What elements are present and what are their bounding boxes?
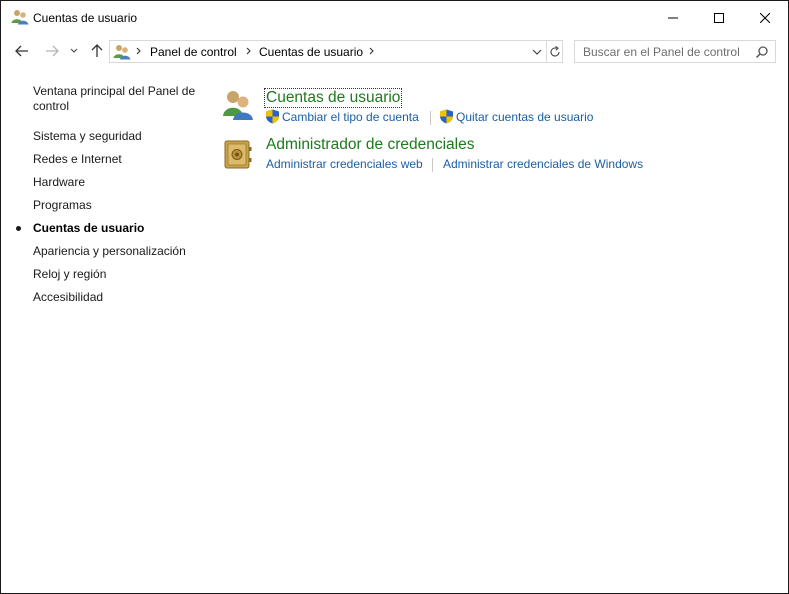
sidebar-item-programas[interactable]: Programas bbox=[33, 198, 92, 213]
arrow-up-icon bbox=[91, 44, 103, 57]
search-box[interactable]: Buscar en el Panel de control bbox=[574, 40, 776, 63]
close-button[interactable] bbox=[742, 1, 788, 34]
sidebar-item-cuentas-usuario[interactable]: Cuentas de usuario bbox=[33, 221, 144, 236]
arrow-left-icon bbox=[15, 45, 28, 57]
sidebar-item-reloj-region[interactable]: Reloj y región bbox=[33, 267, 106, 282]
sidebar-item-hardware[interactable]: Hardware bbox=[33, 175, 85, 190]
back-button[interactable] bbox=[12, 41, 32, 61]
breadcrumb-cuentas-de-usuario[interactable]: Cuentas de usuario bbox=[259, 45, 363, 59]
search-input[interactable]: Buscar en el Panel de control bbox=[583, 45, 740, 59]
navigation-bar: Panel de control Cuentas de usuario Busc… bbox=[1, 34, 788, 68]
sidebar-item-redes-internet[interactable]: Redes e Internet bbox=[33, 152, 122, 167]
search-icon[interactable] bbox=[755, 45, 769, 59]
control-panel-window: Cuentas de usuario Panel de control Cuen… bbox=[0, 0, 789, 594]
breadcrumb-separator-icon[interactable] bbox=[246, 44, 252, 61]
user-accounts-icon[interactable] bbox=[221, 88, 255, 122]
refresh-icon bbox=[550, 45, 560, 57]
sidebar: Ventana principal del Panel de control S… bbox=[1, 68, 211, 593]
arrow-right-icon bbox=[46, 45, 59, 57]
user-accounts-icon bbox=[11, 9, 29, 25]
refresh-button[interactable] bbox=[546, 41, 563, 62]
content-area: Cuentas de usuario Cambiar el tipo de cu… bbox=[211, 68, 788, 593]
task-link-credenciales-windows[interactable]: Administrar credenciales de Windows bbox=[443, 157, 643, 171]
maximize-button[interactable] bbox=[696, 1, 742, 34]
minimize-button[interactable] bbox=[650, 1, 696, 34]
task-separator bbox=[430, 111, 431, 125]
task-link-credenciales-web[interactable]: Administrar credenciales web bbox=[266, 157, 423, 171]
category-title-administrador-credenciales[interactable]: Administrador de credenciales bbox=[266, 136, 475, 154]
task-link-quitar-cuentas[interactable]: Quitar cuentas de usuario bbox=[456, 110, 593, 124]
sidebar-item-accesibilidad[interactable]: Accesibilidad bbox=[33, 290, 103, 305]
breadcrumb-separator-icon[interactable] bbox=[369, 44, 375, 61]
title-bar: Cuentas de usuario bbox=[1, 1, 788, 34]
minimize-icon bbox=[668, 17, 678, 18]
recent-locations-button[interactable] bbox=[67, 41, 81, 61]
sidebar-home-link[interactable]: Ventana principal del Panel de control bbox=[33, 84, 203, 114]
address-bar[interactable]: Panel de control Cuentas de usuario bbox=[109, 40, 563, 63]
breadcrumb-separator-icon[interactable] bbox=[136, 44, 142, 61]
task-separator bbox=[432, 158, 433, 172]
credential-manager-icon[interactable] bbox=[223, 138, 257, 172]
sidebar-item-sistema-seguridad[interactable]: Sistema y seguridad bbox=[33, 129, 142, 144]
address-dropdown-button[interactable] bbox=[528, 41, 546, 62]
breadcrumb-panel-de-control[interactable]: Panel de control bbox=[150, 45, 237, 59]
chevron-down-icon bbox=[532, 49, 542, 55]
uac-shield-icon bbox=[439, 109, 454, 124]
up-button[interactable] bbox=[87, 41, 107, 61]
forward-button[interactable] bbox=[42, 41, 62, 61]
window-title: Cuentas de usuario bbox=[33, 11, 138, 25]
close-icon bbox=[760, 12, 770, 23]
category-title-cuentas-usuario[interactable]: Cuentas de usuario bbox=[263, 88, 403, 108]
chevron-down-icon bbox=[70, 48, 78, 53]
maximize-icon bbox=[714, 12, 724, 23]
user-accounts-icon bbox=[113, 44, 131, 60]
uac-shield-icon bbox=[265, 109, 280, 124]
sidebar-item-apariencia[interactable]: Apariencia y personalización bbox=[33, 244, 186, 259]
task-link-cambiar-tipo-cuenta[interactable]: Cambiar el tipo de cuenta bbox=[282, 110, 419, 124]
active-item-bullet bbox=[16, 226, 21, 231]
